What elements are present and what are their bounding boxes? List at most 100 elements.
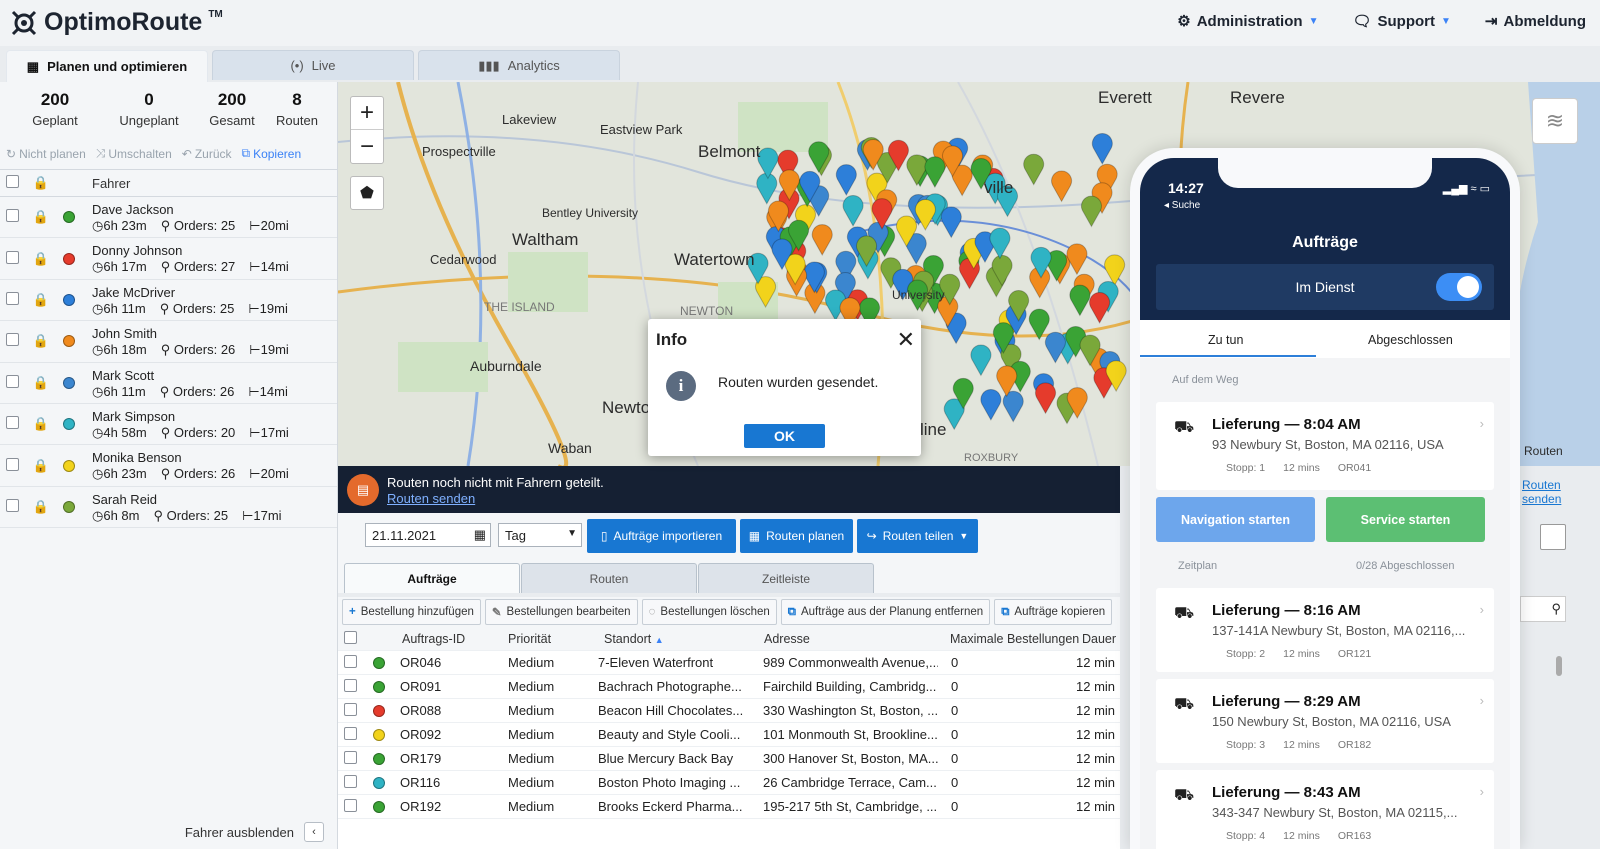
column-header[interactable]: Priorität: [508, 632, 551, 646]
table-row[interactable]: OR046 Medium 7-Eleven Waterfront 989 Common…: [338, 651, 1120, 675]
copy-orders-button[interactable]: ⧉ Aufträge kopieren: [994, 599, 1113, 625]
admin-menu[interactable]: ⚙ Administration ▼: [1177, 12, 1319, 31]
back-button[interactable]: ↶ Zurück: [182, 146, 232, 161]
section-label: Auf dem Weg: [1172, 374, 1239, 386]
support-menu[interactable]: 🗨 Support ▼: [1352, 12, 1450, 31]
row-checkbox[interactable]: [344, 774, 357, 788]
lock-icon[interactable]: 🔒: [25, 375, 57, 391]
ok-button[interactable]: OK: [744, 424, 825, 448]
switch-button[interactable]: ⤨ Umschalten: [96, 146, 172, 161]
row-checkbox[interactable]: [344, 798, 357, 812]
remove-from-plan-button[interactable]: ⧉ Aufträge aus der Planung entfernen: [780, 599, 991, 625]
driver-row[interactable]: 🔒 Sarah Reid ◷6h 8m ⚲ Orders: 25 ⊢17mi: [0, 487, 337, 529]
tab-done[interactable]: Abgeschlossen: [1368, 333, 1453, 347]
start-navigation-button[interactable]: Navigation starten: [1156, 497, 1315, 542]
delivery-card[interactable]: ⛟ Lieferung — 8:16 AM 137-141A Newbury St,…: [1156, 588, 1494, 672]
import-orders-button[interactable]: ▯ Aufträge importieren: [587, 519, 736, 553]
lock-icon[interactable]: 🔒: [25, 175, 57, 191]
tab-todo[interactable]: Zu tun: [1208, 333, 1243, 347]
driver-row[interactable]: 🔒 Jake McDriver ◷6h 11m ⚲ Orders: 25 ⊢19mi: [0, 280, 337, 322]
share-routes-button[interactable]: ↪ Routen teilen ▼: [857, 519, 978, 553]
driver-row[interactable]: 🔒 Donny Johnson ◷6h 17m ⚲ Orders: 27 ⊢14mi: [0, 238, 337, 280]
send-routes-link[interactable]: Routen senden: [387, 491, 475, 506]
tab-orders[interactable]: Aufträge: [344, 563, 520, 593]
column-header[interactable]: Adresse: [764, 632, 810, 646]
row-select: [344, 774, 357, 791]
date-picker[interactable]: 21.11.2021 ▦: [365, 523, 491, 547]
delivery-card[interactable]: ⛟ Lieferung — 8:29 AM 150 Newbury St, Bost…: [1156, 679, 1494, 763]
lock-icon[interactable]: 🔒: [25, 209, 57, 225]
tab-timeline[interactable]: Zeitleiste: [698, 563, 874, 593]
tab-analytics[interactable]: ▮▮▮ Analytics: [418, 50, 620, 80]
lock-icon[interactable]: 🔒: [25, 251, 57, 267]
send-routes-link-side[interactable]: Routen senden: [1522, 478, 1561, 506]
phone-back-link[interactable]: ◂ Suche: [1164, 200, 1200, 211]
row-checkbox[interactable]: [6, 209, 19, 223]
delivery-card[interactable]: ⛟ Lieferung — 8:43 AM 343-347 Newbury St, …: [1156, 770, 1494, 849]
row-checkbox[interactable]: [6, 291, 19, 305]
driver-orders-value: Orders: 26: [173, 342, 236, 358]
app-logo[interactable]: OptimoRoute TM: [10, 8, 223, 37]
zoom-out-button[interactable]: −: [351, 130, 383, 163]
select-all-checkbox[interactable]: [344, 630, 357, 644]
plan-routes-button[interactable]: ▦ Routen planen: [740, 519, 853, 553]
select-all-checkbox[interactable]: [6, 175, 19, 188]
row-checkbox[interactable]: [344, 678, 357, 692]
row-checkbox[interactable]: [344, 702, 357, 716]
table-row[interactable]: OR192 Medium Brooks Eckerd Pharma... 195-21…: [338, 795, 1120, 819]
table-row[interactable]: OR179 Medium Blue Mercury Back Bay 300 Hano…: [338, 747, 1120, 771]
stat-label: Gesamt: [209, 113, 255, 128]
row-checkbox[interactable]: [6, 457, 19, 471]
logout-button[interactable]: ⇥ Abmeldung: [1485, 12, 1586, 31]
do-not-plan-button[interactable]: ↻ Nicht planen: [6, 146, 86, 161]
column-header[interactable]: Dauer: [1082, 632, 1116, 646]
lock-icon[interactable]: 🔒: [25, 499, 57, 515]
collapse-panel-button[interactable]: ‹: [304, 822, 324, 842]
edit-orders-button[interactable]: ✎ Bestellungen bearbeiten: [484, 599, 638, 625]
scrollbar[interactable]: [1556, 656, 1562, 676]
delivery-card[interactable]: ⛟ Lieferung — 8:04 AM 93 Newbury St, Bosto…: [1156, 402, 1494, 490]
tab-live[interactable]: (•) Live: [212, 50, 414, 80]
row-checkbox[interactable]: [6, 498, 19, 512]
layers-button[interactable]: ≋: [1532, 98, 1578, 144]
period-select[interactable]: Tag ▼: [498, 523, 582, 547]
add-order-button[interactable]: + Bestellung hinzufügen: [342, 599, 481, 625]
duty-toggle[interactable]: [1436, 273, 1482, 301]
column-header[interactable]: Maximale Bestellungen: [950, 632, 1079, 646]
table-row[interactable]: OR091 Medium Bachrach Photographe... Fairch…: [338, 675, 1120, 699]
lock-icon[interactable]: 🔒: [25, 292, 57, 308]
delete-orders-button[interactable]: ◌ Bestellungen löschen: [641, 599, 777, 625]
row-checkbox[interactable]: [6, 333, 19, 347]
lock-icon[interactable]: 🔒: [25, 333, 57, 349]
tab-routes[interactable]: Routen: [521, 563, 697, 593]
lock-icon[interactable]: 🔒: [25, 458, 57, 474]
draw-polygon-button[interactable]: ⬟: [350, 176, 384, 210]
driver-row[interactable]: 🔒 John Smith ◷6h 18m ⚲ Orders: 26 ⊢19mi: [0, 321, 337, 363]
start-service-button[interactable]: Service starten: [1326, 497, 1485, 542]
row-checkbox[interactable]: [344, 726, 357, 740]
driver-row[interactable]: 🔒 Monika Benson ◷6h 23m ⚲ Orders: 26 ⊢20mi: [0, 445, 337, 487]
panel-toggle-button[interactable]: [1540, 524, 1566, 550]
driver-row[interactable]: 🔒 Mark Scott ◷6h 11m ⚲ Orders: 26 ⊢14mi: [0, 363, 337, 404]
driver-name: John Smith: [92, 326, 158, 342]
table-row[interactable]: OR092 Medium Beauty and Style Cooli... 101 …: [338, 723, 1120, 747]
tab-plan[interactable]: ▦ Planen und optimieren: [6, 50, 208, 82]
row-checkbox[interactable]: [344, 654, 357, 668]
lock-icon[interactable]: 🔒: [25, 416, 57, 432]
caret-down-icon: ▼: [1308, 15, 1319, 27]
driver-row[interactable]: 🔒 Dave Jackson ◷6h 23m ⚲ Orders: 25 ⊢20mi: [0, 197, 337, 239]
table-row[interactable]: OR088 Medium Beacon Hill Chocolates... 330 …: [338, 699, 1120, 723]
row-checkbox[interactable]: [6, 250, 19, 264]
zoom-in-button[interactable]: +: [351, 97, 383, 130]
row-checkbox[interactable]: [6, 416, 19, 430]
driver-row[interactable]: 🔒 Mark Simpson ◷4h 58m ⚲ Orders: 20 ⊢17mi: [0, 404, 337, 446]
column-header[interactable]: Auftrags-ID: [402, 632, 465, 646]
search-field[interactable]: ⚲: [1520, 596, 1566, 622]
row-checkbox[interactable]: [6, 374, 19, 388]
table-row[interactable]: OR116 Medium Boston Photo Imaging ... 26 Ca…: [338, 771, 1120, 795]
column-header-location[interactable]: Standort ▲: [604, 632, 664, 646]
copy-button[interactable]: ⧉ Kopieren: [242, 146, 302, 161]
close-icon[interactable]: ✕: [897, 327, 915, 353]
row-checkbox[interactable]: [344, 750, 357, 764]
driver-distance: ⊢20mi: [249, 218, 289, 234]
